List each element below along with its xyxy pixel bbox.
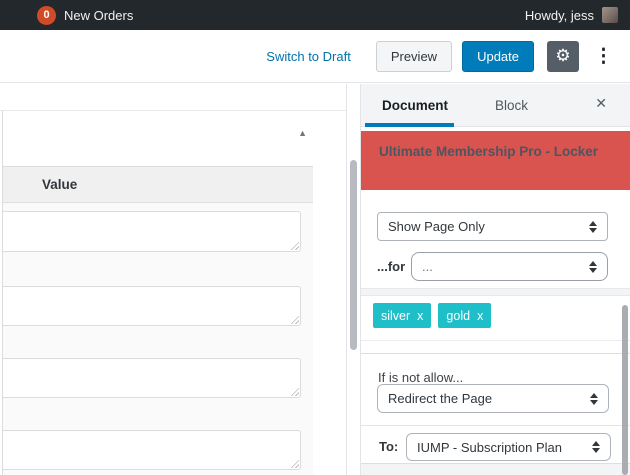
howdy-user-menu[interactable]: Howdy, jess	[525, 8, 594, 23]
value-textarea[interactable]	[3, 358, 301, 398]
divider	[361, 353, 630, 354]
for-select-value: ...	[422, 259, 433, 274]
admin-bar: 0 New Orders Howdy, jess	[0, 0, 630, 30]
metabox-header: ▲	[3, 111, 313, 167]
kebab-icon: ⋮	[594, 45, 613, 67]
new-orders-menu[interactable]: 0 New Orders	[37, 5, 133, 25]
tag-label: gold	[446, 308, 471, 323]
divider	[361, 340, 630, 341]
membership-tag[interactable]: gold x	[438, 303, 492, 328]
new-orders-label[interactable]: New Orders	[64, 8, 133, 23]
not-allow-label: If is not allow...	[378, 370, 464, 385]
for-label: ...for	[377, 259, 406, 274]
collapse-arrow-icon[interactable]: ▲	[298, 128, 307, 138]
iump-panel-header[interactable]: Ultimate Membership Pro - Locker	[361, 131, 630, 190]
visibility-select-value: Show Page Only	[388, 219, 485, 234]
editor-toolbar: Switch to Draft Preview Update ⚙ ⋮	[0, 30, 630, 83]
orders-count-badge[interactable]: 0	[37, 5, 56, 25]
tags-list: silver x gold x	[373, 303, 498, 328]
for-select[interactable]: ...	[411, 252, 608, 281]
not-allow-action-select[interactable]: Redirect the Page	[377, 384, 609, 413]
section-spacer	[361, 288, 630, 296]
custom-fields-metabox: ▲ Value	[2, 111, 313, 475]
redirect-to-value: IUMP - Subscription Plan	[417, 439, 562, 455]
value-textarea[interactable]	[3, 211, 301, 252]
to-label: To:	[379, 439, 399, 454]
gear-icon: ⚙	[555, 46, 571, 65]
editor-canvas: ▲ Value	[0, 84, 347, 475]
tag-remove-x[interactable]: x	[477, 309, 483, 323]
tab-document[interactable]: Document	[382, 98, 448, 113]
select-stepper-icon	[589, 220, 597, 233]
active-tab-underline	[365, 123, 454, 127]
tag-label: silver	[381, 308, 411, 323]
preview-button[interactable]: Preview	[375, 40, 453, 72]
tag-remove-x[interactable]: x	[417, 309, 423, 323]
more-options-kebab-button[interactable]: ⋮	[590, 47, 617, 66]
settings-gear-button[interactable]: ⚙	[547, 40, 579, 72]
avatar[interactable]	[602, 7, 618, 23]
membership-tag[interactable]: silver x	[373, 303, 432, 328]
table-header-row: Value	[3, 167, 313, 203]
value-column-header: Value	[42, 177, 78, 192]
sidebar-tab-bar: Document Block ✕	[361, 84, 630, 127]
switch-to-draft-link[interactable]: Switch to Draft	[266, 49, 351, 64]
settings-sidebar: Document Block ✕ Ultimate Membership Pro…	[360, 84, 630, 475]
update-button[interactable]: Update	[462, 40, 534, 72]
visibility-select[interactable]: Show Page Only	[377, 212, 608, 241]
tab-block[interactable]: Block	[495, 98, 528, 113]
select-stepper-icon	[590, 392, 598, 405]
sidebar-bottom-fill	[361, 464, 630, 475]
value-textarea[interactable]	[3, 286, 301, 326]
iump-panel-title: Ultimate Membership Pro - Locker	[379, 144, 599, 159]
sidebar-scrollbar[interactable]	[622, 305, 628, 475]
close-icon[interactable]: ✕	[595, 95, 607, 112]
not-allow-action-value: Redirect the Page	[388, 391, 493, 406]
table-body	[3, 203, 313, 475]
divider	[361, 425, 630, 426]
main-scrollbar[interactable]	[350, 160, 357, 350]
value-textarea[interactable]	[3, 430, 301, 470]
select-stepper-icon	[589, 260, 597, 273]
redirect-to-select[interactable]: IUMP - Subscription Plan	[406, 433, 611, 461]
select-stepper-icon	[592, 441, 600, 453]
